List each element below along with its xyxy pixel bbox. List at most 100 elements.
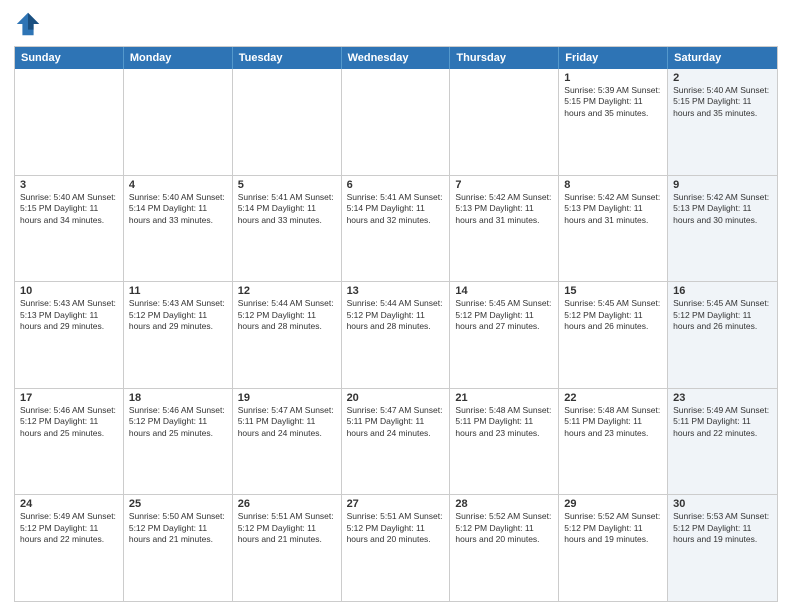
day-number: 30 bbox=[673, 498, 772, 510]
day-number: 9 bbox=[673, 179, 772, 191]
page: SundayMondayTuesdayWednesdayThursdayFrid… bbox=[0, 0, 792, 612]
day-info: Sunrise: 5:39 AM Sunset: 5:15 PM Dayligh… bbox=[564, 85, 662, 119]
empty-cell-0-4 bbox=[450, 69, 559, 175]
empty-cell-0-1 bbox=[124, 69, 233, 175]
day-cell-8: 8Sunrise: 5:42 AM Sunset: 5:13 PM Daylig… bbox=[559, 176, 668, 282]
day-cell-14: 14Sunrise: 5:45 AM Sunset: 5:12 PM Dayli… bbox=[450, 282, 559, 388]
day-number: 7 bbox=[455, 179, 553, 191]
day-number: 14 bbox=[455, 285, 553, 297]
calendar-header: SundayMondayTuesdayWednesdayThursdayFrid… bbox=[15, 47, 777, 69]
day-cell-23: 23Sunrise: 5:49 AM Sunset: 5:11 PM Dayli… bbox=[668, 389, 777, 495]
day-info: Sunrise: 5:47 AM Sunset: 5:11 PM Dayligh… bbox=[238, 405, 336, 439]
day-info: Sunrise: 5:45 AM Sunset: 5:12 PM Dayligh… bbox=[673, 298, 772, 332]
day-cell-22: 22Sunrise: 5:48 AM Sunset: 5:11 PM Dayli… bbox=[559, 389, 668, 495]
day-cell-9: 9Sunrise: 5:42 AM Sunset: 5:13 PM Daylig… bbox=[668, 176, 777, 282]
week-row-1: 3Sunrise: 5:40 AM Sunset: 5:15 PM Daylig… bbox=[15, 175, 777, 282]
day-info: Sunrise: 5:52 AM Sunset: 5:12 PM Dayligh… bbox=[564, 511, 662, 545]
day-info: Sunrise: 5:45 AM Sunset: 5:12 PM Dayligh… bbox=[455, 298, 553, 332]
day-info: Sunrise: 5:51 AM Sunset: 5:12 PM Dayligh… bbox=[238, 511, 336, 545]
day-cell-28: 28Sunrise: 5:52 AM Sunset: 5:12 PM Dayli… bbox=[450, 495, 559, 601]
day-cell-11: 11Sunrise: 5:43 AM Sunset: 5:12 PM Dayli… bbox=[124, 282, 233, 388]
header-day-wednesday: Wednesday bbox=[342, 47, 451, 69]
day-cell-18: 18Sunrise: 5:46 AM Sunset: 5:12 PM Dayli… bbox=[124, 389, 233, 495]
day-cell-5: 5Sunrise: 5:41 AM Sunset: 5:14 PM Daylig… bbox=[233, 176, 342, 282]
day-number: 21 bbox=[455, 392, 553, 404]
day-cell-10: 10Sunrise: 5:43 AM Sunset: 5:13 PM Dayli… bbox=[15, 282, 124, 388]
day-cell-16: 16Sunrise: 5:45 AM Sunset: 5:12 PM Dayli… bbox=[668, 282, 777, 388]
day-number: 20 bbox=[347, 392, 445, 404]
day-cell-30: 30Sunrise: 5:53 AM Sunset: 5:12 PM Dayli… bbox=[668, 495, 777, 601]
day-info: Sunrise: 5:42 AM Sunset: 5:13 PM Dayligh… bbox=[564, 192, 662, 226]
day-cell-6: 6Sunrise: 5:41 AM Sunset: 5:14 PM Daylig… bbox=[342, 176, 451, 282]
day-number: 28 bbox=[455, 498, 553, 510]
day-info: Sunrise: 5:40 AM Sunset: 5:15 PM Dayligh… bbox=[673, 85, 772, 119]
day-number: 23 bbox=[673, 392, 772, 404]
day-number: 6 bbox=[347, 179, 445, 191]
day-info: Sunrise: 5:47 AM Sunset: 5:11 PM Dayligh… bbox=[347, 405, 445, 439]
day-cell-21: 21Sunrise: 5:48 AM Sunset: 5:11 PM Dayli… bbox=[450, 389, 559, 495]
day-number: 13 bbox=[347, 285, 445, 297]
day-info: Sunrise: 5:44 AM Sunset: 5:12 PM Dayligh… bbox=[347, 298, 445, 332]
empty-cell-0-3 bbox=[342, 69, 451, 175]
day-number: 10 bbox=[20, 285, 118, 297]
day-cell-20: 20Sunrise: 5:47 AM Sunset: 5:11 PM Dayli… bbox=[342, 389, 451, 495]
day-cell-1: 1Sunrise: 5:39 AM Sunset: 5:15 PM Daylig… bbox=[559, 69, 668, 175]
day-info: Sunrise: 5:46 AM Sunset: 5:12 PM Dayligh… bbox=[20, 405, 118, 439]
header-day-tuesday: Tuesday bbox=[233, 47, 342, 69]
day-info: Sunrise: 5:40 AM Sunset: 5:14 PM Dayligh… bbox=[129, 192, 227, 226]
header-day-monday: Monday bbox=[124, 47, 233, 69]
day-info: Sunrise: 5:43 AM Sunset: 5:12 PM Dayligh… bbox=[129, 298, 227, 332]
day-number: 15 bbox=[564, 285, 662, 297]
day-info: Sunrise: 5:48 AM Sunset: 5:11 PM Dayligh… bbox=[564, 405, 662, 439]
day-number: 4 bbox=[129, 179, 227, 191]
day-info: Sunrise: 5:42 AM Sunset: 5:13 PM Dayligh… bbox=[673, 192, 772, 226]
logo bbox=[14, 10, 46, 38]
day-number: 24 bbox=[20, 498, 118, 510]
day-number: 19 bbox=[238, 392, 336, 404]
calendar-body: 1Sunrise: 5:39 AM Sunset: 5:15 PM Daylig… bbox=[15, 69, 777, 601]
day-cell-19: 19Sunrise: 5:47 AM Sunset: 5:11 PM Dayli… bbox=[233, 389, 342, 495]
day-number: 22 bbox=[564, 392, 662, 404]
day-number: 3 bbox=[20, 179, 118, 191]
day-number: 27 bbox=[347, 498, 445, 510]
day-cell-25: 25Sunrise: 5:50 AM Sunset: 5:12 PM Dayli… bbox=[124, 495, 233, 601]
day-number: 8 bbox=[564, 179, 662, 191]
day-info: Sunrise: 5:40 AM Sunset: 5:15 PM Dayligh… bbox=[20, 192, 118, 226]
day-cell-7: 7Sunrise: 5:42 AM Sunset: 5:13 PM Daylig… bbox=[450, 176, 559, 282]
day-info: Sunrise: 5:48 AM Sunset: 5:11 PM Dayligh… bbox=[455, 405, 553, 439]
empty-cell-0-0 bbox=[15, 69, 124, 175]
week-row-3: 17Sunrise: 5:46 AM Sunset: 5:12 PM Dayli… bbox=[15, 388, 777, 495]
header-day-saturday: Saturday bbox=[668, 47, 777, 69]
day-info: Sunrise: 5:41 AM Sunset: 5:14 PM Dayligh… bbox=[347, 192, 445, 226]
day-number: 29 bbox=[564, 498, 662, 510]
day-number: 16 bbox=[673, 285, 772, 297]
day-cell-29: 29Sunrise: 5:52 AM Sunset: 5:12 PM Dayli… bbox=[559, 495, 668, 601]
calendar: SundayMondayTuesdayWednesdayThursdayFrid… bbox=[14, 46, 778, 602]
logo-icon bbox=[14, 10, 42, 38]
week-row-0: 1Sunrise: 5:39 AM Sunset: 5:15 PM Daylig… bbox=[15, 69, 777, 175]
week-row-4: 24Sunrise: 5:49 AM Sunset: 5:12 PM Dayli… bbox=[15, 494, 777, 601]
day-cell-4: 4Sunrise: 5:40 AM Sunset: 5:14 PM Daylig… bbox=[124, 176, 233, 282]
day-cell-2: 2Sunrise: 5:40 AM Sunset: 5:15 PM Daylig… bbox=[668, 69, 777, 175]
week-row-2: 10Sunrise: 5:43 AM Sunset: 5:13 PM Dayli… bbox=[15, 281, 777, 388]
day-info: Sunrise: 5:42 AM Sunset: 5:13 PM Dayligh… bbox=[455, 192, 553, 226]
day-info: Sunrise: 5:49 AM Sunset: 5:12 PM Dayligh… bbox=[20, 511, 118, 545]
day-cell-3: 3Sunrise: 5:40 AM Sunset: 5:15 PM Daylig… bbox=[15, 176, 124, 282]
day-info: Sunrise: 5:44 AM Sunset: 5:12 PM Dayligh… bbox=[238, 298, 336, 332]
header-day-sunday: Sunday bbox=[15, 47, 124, 69]
day-cell-13: 13Sunrise: 5:44 AM Sunset: 5:12 PM Dayli… bbox=[342, 282, 451, 388]
header-day-thursday: Thursday bbox=[450, 47, 559, 69]
day-info: Sunrise: 5:43 AM Sunset: 5:13 PM Dayligh… bbox=[20, 298, 118, 332]
day-info: Sunrise: 5:49 AM Sunset: 5:11 PM Dayligh… bbox=[673, 405, 772, 439]
day-info: Sunrise: 5:52 AM Sunset: 5:12 PM Dayligh… bbox=[455, 511, 553, 545]
day-number: 26 bbox=[238, 498, 336, 510]
day-number: 17 bbox=[20, 392, 118, 404]
day-cell-17: 17Sunrise: 5:46 AM Sunset: 5:12 PM Dayli… bbox=[15, 389, 124, 495]
header-day-friday: Friday bbox=[559, 47, 668, 69]
day-number: 5 bbox=[238, 179, 336, 191]
day-cell-24: 24Sunrise: 5:49 AM Sunset: 5:12 PM Dayli… bbox=[15, 495, 124, 601]
day-cell-26: 26Sunrise: 5:51 AM Sunset: 5:12 PM Dayli… bbox=[233, 495, 342, 601]
day-info: Sunrise: 5:53 AM Sunset: 5:12 PM Dayligh… bbox=[673, 511, 772, 545]
day-info: Sunrise: 5:41 AM Sunset: 5:14 PM Dayligh… bbox=[238, 192, 336, 226]
day-cell-27: 27Sunrise: 5:51 AM Sunset: 5:12 PM Dayli… bbox=[342, 495, 451, 601]
